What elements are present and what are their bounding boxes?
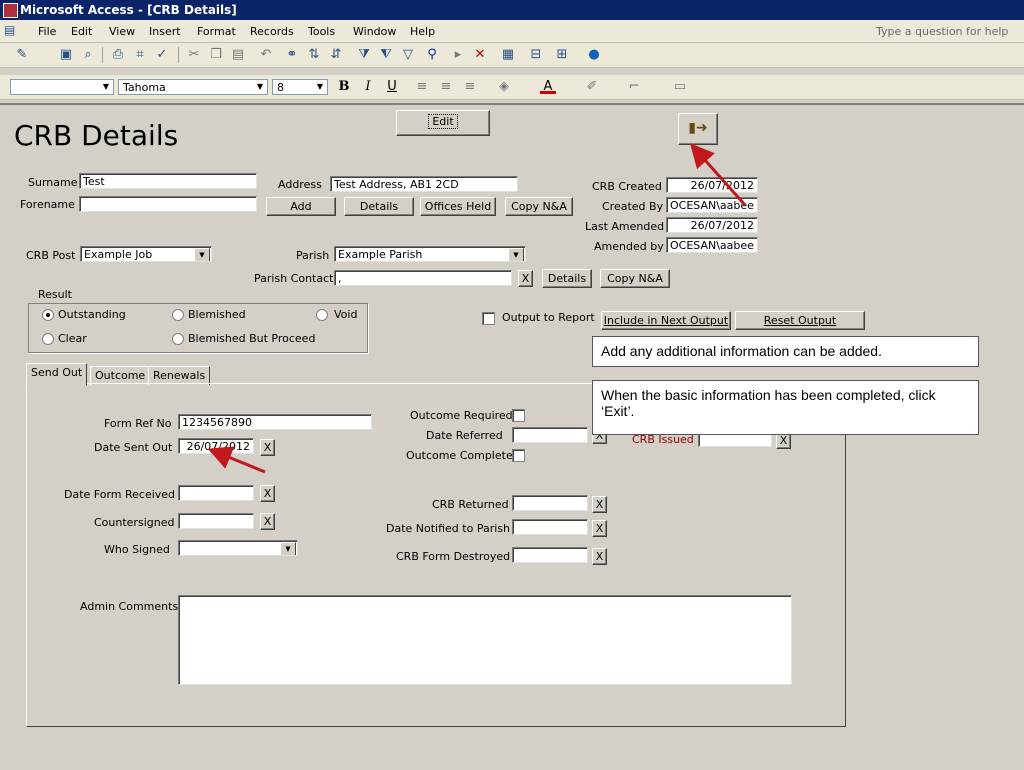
arrow-to-exit <box>690 143 747 206</box>
tab-send-out[interactable]: Send Out <box>26 363 88 386</box>
annotation-arrows <box>207 143 747 474</box>
arrow-to-date-sent <box>207 446 266 474</box>
